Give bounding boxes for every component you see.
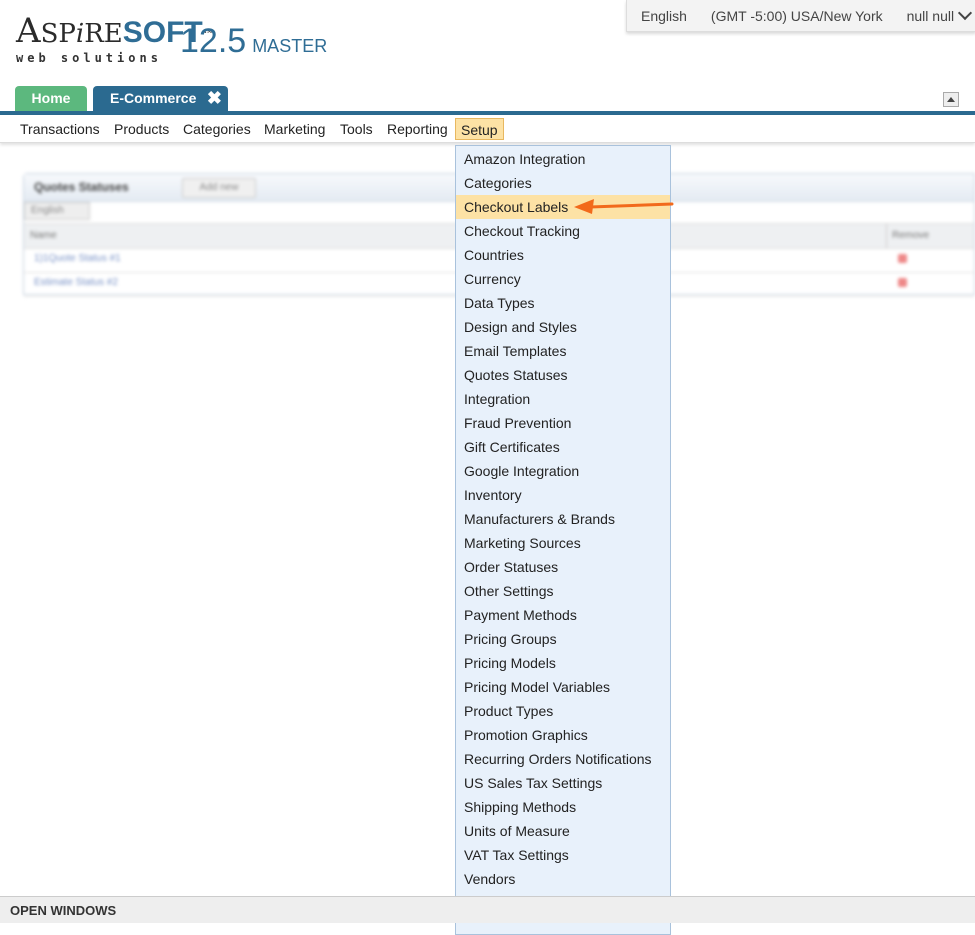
tab-ecommerce[interactable]: E-Commerce ✖ [93, 86, 228, 111]
setup-item-categories[interactable]: Categories [456, 171, 670, 195]
tab-ecommerce-label: E-Commerce [110, 90, 197, 106]
setup-item-email-templates[interactable]: Email Templates [456, 339, 670, 363]
setup-item-product-types[interactable]: Product Types [456, 699, 670, 723]
setup-item-vendors[interactable]: Vendors [456, 867, 670, 891]
setup-item-vat-tax-settings[interactable]: VAT Tax Settings [456, 843, 670, 867]
setup-item-other-settings[interactable]: Other Settings [456, 579, 670, 603]
setup-item-data-types[interactable]: Data Types [456, 291, 670, 315]
setup-item-pricing-groups[interactable]: Pricing Groups [456, 627, 670, 651]
remove-icon[interactable] [898, 254, 907, 263]
menu-tools[interactable]: Tools [340, 118, 373, 140]
setup-item-checkout-tracking[interactable]: Checkout Tracking [456, 219, 670, 243]
setup-item-promotion-graphics[interactable]: Promotion Graphics [456, 723, 670, 747]
column-name: Name [30, 230, 57, 241]
menu-transactions[interactable]: Transactions [20, 118, 100, 140]
menu-categories[interactable]: Categories [183, 118, 251, 140]
setup-item-fraud-prevention[interactable]: Fraud Prevention [456, 411, 670, 435]
open-windows-bar[interactable]: OPEN WINDOWS [0, 896, 975, 923]
setup-item-recurring-orders-notifications[interactable]: Recurring Orders Notifications [456, 747, 670, 771]
setup-item-order-statuses[interactable]: Order Statuses [456, 555, 670, 579]
column-remove: Remove [892, 230, 930, 241]
setup-item-currency[interactable]: Currency [456, 267, 670, 291]
setup-item-shipping-methods[interactable]: Shipping Methods [456, 795, 670, 819]
setup-item-quotes-statuses[interactable]: Quotes Statuses [456, 363, 670, 387]
open-windows-label: OPEN WINDOWS [10, 903, 117, 918]
remove-icon[interactable] [898, 278, 907, 287]
user-bar: English (GMT -5:00) USA/New York null nu… [626, 0, 975, 32]
language-selector[interactable]: English [627, 8, 687, 24]
setup-item-us-sales-tax-settings[interactable]: US Sales Tax Settings [456, 771, 670, 795]
version-number: 12.5 [180, 22, 247, 60]
menu-reporting[interactable]: Reporting [387, 118, 448, 140]
panel-language-select[interactable]: English [24, 202, 90, 220]
add-new-button[interactable]: Add new [182, 178, 256, 198]
setup-item-countries[interactable]: Countries [456, 243, 670, 267]
setup-item-manufacturers-brands[interactable]: Manufacturers & Brands [456, 507, 670, 531]
setup-item-marketing-sources[interactable]: Marketing Sources [456, 531, 670, 555]
row-link[interactable]: Estimate Status #2 [34, 277, 118, 288]
timezone-selector[interactable]: (GMT -5:00) USA/New York [687, 8, 883, 24]
column-separator [886, 224, 887, 248]
panel-title: Quotes Statuses [34, 180, 129, 194]
setup-item-payment-methods[interactable]: Payment Methods [456, 603, 670, 627]
setup-item-pricing-model-variables[interactable]: Pricing Model Variables [456, 675, 670, 699]
menu-marketing[interactable]: Marketing [264, 118, 325, 140]
chevron-down-icon [958, 5, 973, 20]
setup-item-units-of-measure[interactable]: Units of Measure [456, 819, 670, 843]
annotation-arrow-icon [574, 199, 674, 214]
setup-item-integration[interactable]: Integration [456, 387, 670, 411]
setup-item-inventory[interactable]: Inventory [456, 483, 670, 507]
close-icon[interactable]: ✖ [207, 86, 222, 111]
menu-setup[interactable]: Setup [455, 118, 504, 140]
setup-item-gift-certificates[interactable]: Gift Certificates [456, 435, 670, 459]
user-name: null null [906, 7, 955, 24]
setup-item-design-and-styles[interactable]: Design and Styles [456, 315, 670, 339]
setup-dropdown-menu: Amazon Integration Categories Checkout Lab… [455, 145, 671, 935]
setup-item-amazon-integration[interactable]: Amazon Integration [456, 147, 670, 171]
scroll-up-button[interactable] [943, 92, 959, 107]
setup-item-pricing-models[interactable]: Pricing Models [456, 651, 670, 675]
version-label: 12.5 MASTER [180, 22, 327, 61]
setup-item-google-integration[interactable]: Google Integration [456, 459, 670, 483]
edition-label: MASTER [252, 36, 328, 56]
user-menu[interactable]: null null [883, 5, 973, 24]
row-link[interactable]: 1)1Quote Status #1 [34, 253, 121, 264]
tab-home[interactable]: Home [15, 86, 87, 111]
menu-products[interactable]: Products [114, 118, 169, 140]
